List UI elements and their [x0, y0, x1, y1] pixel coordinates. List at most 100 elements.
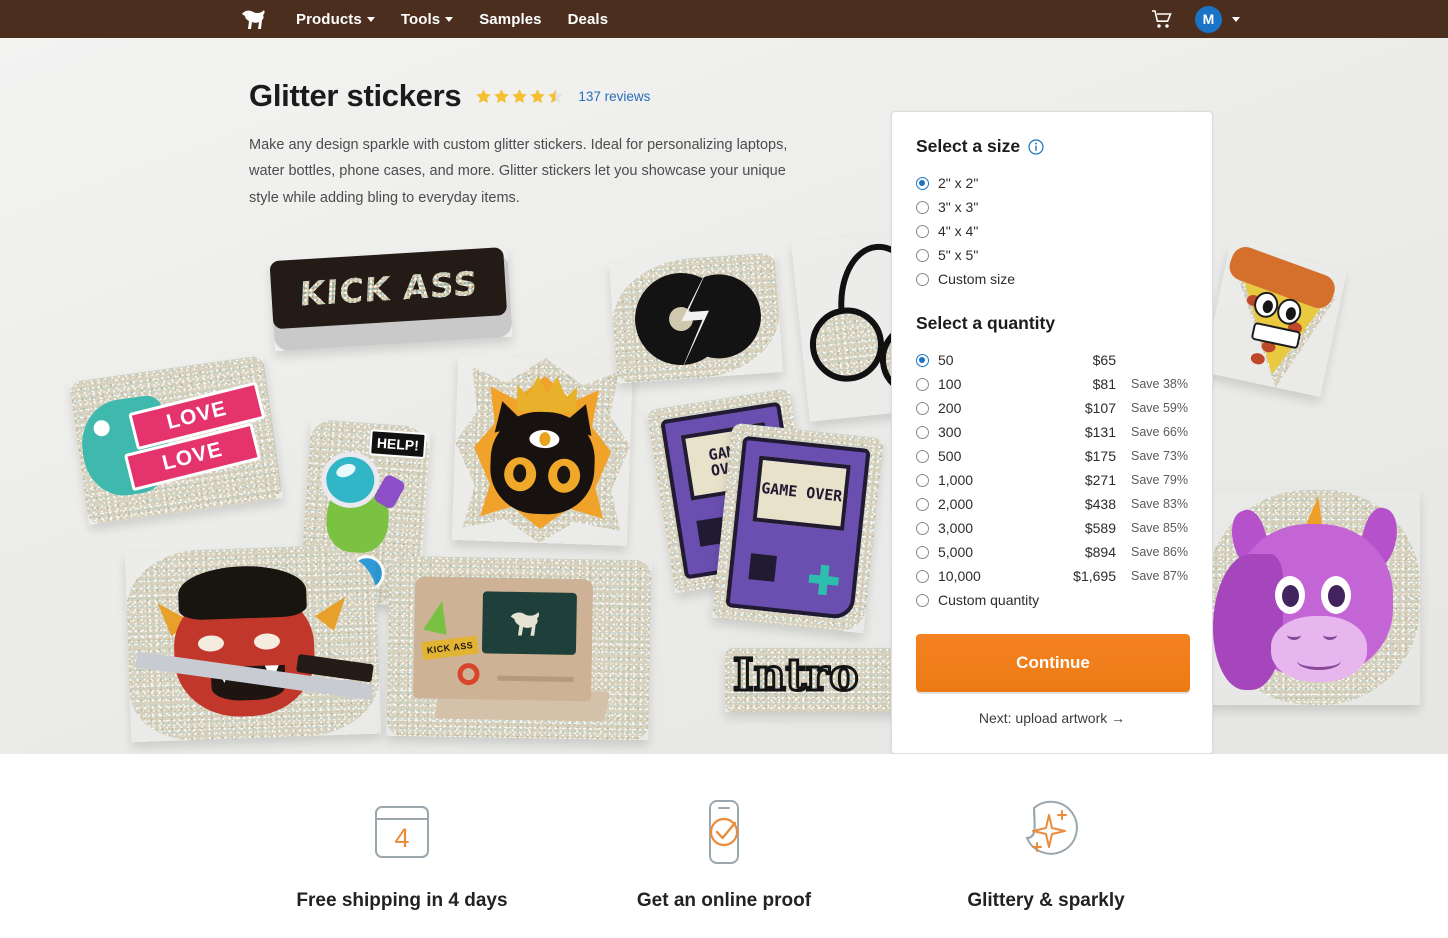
quantity-option-save: Save 73% [1131, 449, 1188, 463]
quantity-option-label: 3,000 [938, 520, 974, 536]
radio-button[interactable] [916, 425, 929, 439]
quantity-option-save: Save 87% [1131, 569, 1188, 583]
star-filled-icon [512, 88, 528, 103]
quantity-option-save: Save 79% [1131, 473, 1188, 487]
sticker-pizza [1203, 243, 1347, 397]
quantity-option-100[interactable]: 100 $81 Save 38% [916, 372, 1188, 396]
quantity-option-label: 1,000 [938, 472, 974, 488]
nav-links: Products Tools Samples Deals [296, 11, 608, 28]
sticker-unicorn-mane [1213, 554, 1283, 690]
sticker-intro-text: Intro [731, 649, 859, 703]
sticker-unicorn-muzzle [1271, 616, 1367, 682]
continue-button[interactable]: Continue [916, 634, 1190, 692]
star-filled-icon [494, 88, 510, 103]
radio-button[interactable] [916, 569, 929, 583]
quantity-option-save: Save 38% [1131, 377, 1188, 391]
size-option-custom[interactable]: Custom size [916, 267, 1188, 291]
quantity-option-label: 100 [938, 376, 962, 392]
radio-button[interactable] [916, 176, 929, 190]
sticker-pepperoni [1249, 351, 1266, 366]
quantity-option-price: $107 [1084, 400, 1116, 416]
sticker-unicorn-smile [1297, 652, 1341, 670]
quantity-option-label: 500 [938, 448, 962, 464]
radio-button[interactable] [916, 377, 929, 391]
quantity-option-500[interactable]: 500 $175 Save 73% [916, 444, 1188, 468]
radio-button[interactable] [916, 521, 929, 535]
radio-button[interactable] [916, 593, 929, 607]
quantity-option-price: $589 [1084, 520, 1116, 536]
quantity-option-50[interactable]: 50 $65 [916, 348, 1188, 372]
radio-button[interactable] [916, 248, 929, 262]
size-option-5x5[interactable]: 5" x 5" [916, 243, 1188, 267]
radio-button[interactable] [916, 224, 929, 238]
sticker-kick-ass-face: KICK ASS [269, 247, 508, 330]
sticker-unicorn-eye-right [1321, 576, 1351, 614]
quantity-option-300[interactable]: 300 $131 Save 66% [916, 420, 1188, 444]
quantity-option-5000[interactable]: 5,000 $894 Save 86% [916, 540, 1188, 564]
radio-button[interactable] [916, 545, 929, 559]
radio-button[interactable] [916, 200, 929, 214]
radio-button[interactable] [916, 497, 929, 511]
quantity-option-price: $81 [1092, 376, 1116, 392]
quantity-option-3000[interactable]: 3,000 $589 Save 85% [916, 516, 1188, 540]
phone-check-svg [709, 800, 739, 864]
quantity-option-price: $894 [1084, 544, 1116, 560]
feature-label: Get an online proof [636, 890, 812, 911]
rating-stars [475, 88, 564, 105]
avatar[interactable]: M [1195, 5, 1222, 33]
size-heading-label: Select a size [916, 136, 1021, 156]
size-option-4x4[interactable]: 4" x 4" [916, 219, 1188, 243]
size-option-label: 5" x 5" [938, 247, 979, 263]
star-half-icon [548, 88, 564, 103]
radio-button[interactable] [916, 272, 929, 286]
radio-button[interactable] [916, 401, 929, 415]
account-menu[interactable]: M [1195, 5, 1240, 33]
sticker-computer-screen [481, 591, 577, 655]
sticker-gameboy-plus-button [807, 563, 840, 596]
nav-left-group: Products Tools Samples Deals [240, 7, 608, 31]
size-options-group: 2" x 2" 3" x 3" 4" x 4" 5" x 5" Custom s… [916, 171, 1188, 291]
feature-highlights: 4 Free shipping in 4 days Get an online … [0, 754, 1448, 938]
quantity-option-1000[interactable]: 1,000 $271 Save 79% [916, 468, 1188, 492]
nav-item-tools[interactable]: Tools [400, 10, 454, 28]
nav-item-products[interactable]: Products [296, 11, 375, 28]
sticker-oni-mask [124, 543, 382, 743]
nav-item-deals[interactable]: Deals [568, 11, 609, 28]
shopping-cart-icon[interactable] [1151, 9, 1173, 29]
quantity-option-label: 50 [938, 352, 954, 368]
quantity-option-2000[interactable]: 2,000 $438 Save 83% [916, 492, 1188, 516]
quantity-option-label: Custom quantity [938, 592, 1040, 608]
sticker-target-dot [457, 662, 480, 686]
quantity-option-200[interactable]: 200 $107 Save 59% [916, 396, 1188, 420]
nav-right-group: M [1151, 0, 1240, 38]
feature-label: Glittery & sparkly [967, 890, 1125, 911]
sticker-kick-ass: KICK ASS [269, 247, 513, 352]
horse-logo-icon[interactable] [240, 7, 274, 31]
size-option-3x3[interactable]: 3" x 3" [916, 195, 1188, 219]
radio-button[interactable] [916, 353, 929, 367]
quantity-option-label: 2,000 [938, 496, 974, 512]
sticker-gameboy-screen: GAME OVER [752, 455, 851, 531]
quantity-option-save: Save 83% [1131, 497, 1188, 511]
quantity-option-save: Save 59% [1131, 401, 1188, 415]
radio-button[interactable] [916, 449, 929, 463]
quantity-option-custom[interactable]: Custom quantity [916, 588, 1188, 612]
reviews-link[interactable]: 137 reviews [578, 89, 650, 104]
next-step-hint: Next: upload artwork → [978, 710, 1126, 726]
nav-item-samples[interactable]: Samples [479, 11, 541, 28]
product-intro-block: Glitter stickers 137 reviews Make any de… [249, 78, 849, 211]
size-option-label: Custom size [938, 271, 1016, 287]
sticker-triangle-shape [423, 598, 454, 635]
size-section-heading: Select a size [916, 136, 1188, 157]
quantity-option-10000[interactable]: 10,000 $1,695 Save 87% [916, 564, 1188, 588]
info-icon[interactable] [1028, 138, 1044, 155]
nav-item-samples-label: Samples [479, 10, 542, 28]
size-option-2x2[interactable]: 2" x 2" [916, 171, 1188, 195]
sticker-gameboy-body: GAME OVER [725, 435, 871, 621]
radio-button[interactable] [916, 473, 929, 487]
nav-item-tools-label: Tools [400, 10, 441, 28]
quantity-option-price: $175 [1084, 448, 1116, 464]
sticker-computer-kick-ass-label: KICK ASS [421, 635, 479, 661]
sticker-love: LOVE LOVE [68, 355, 284, 525]
sticker-unicorn-nostril-right [1323, 630, 1337, 640]
